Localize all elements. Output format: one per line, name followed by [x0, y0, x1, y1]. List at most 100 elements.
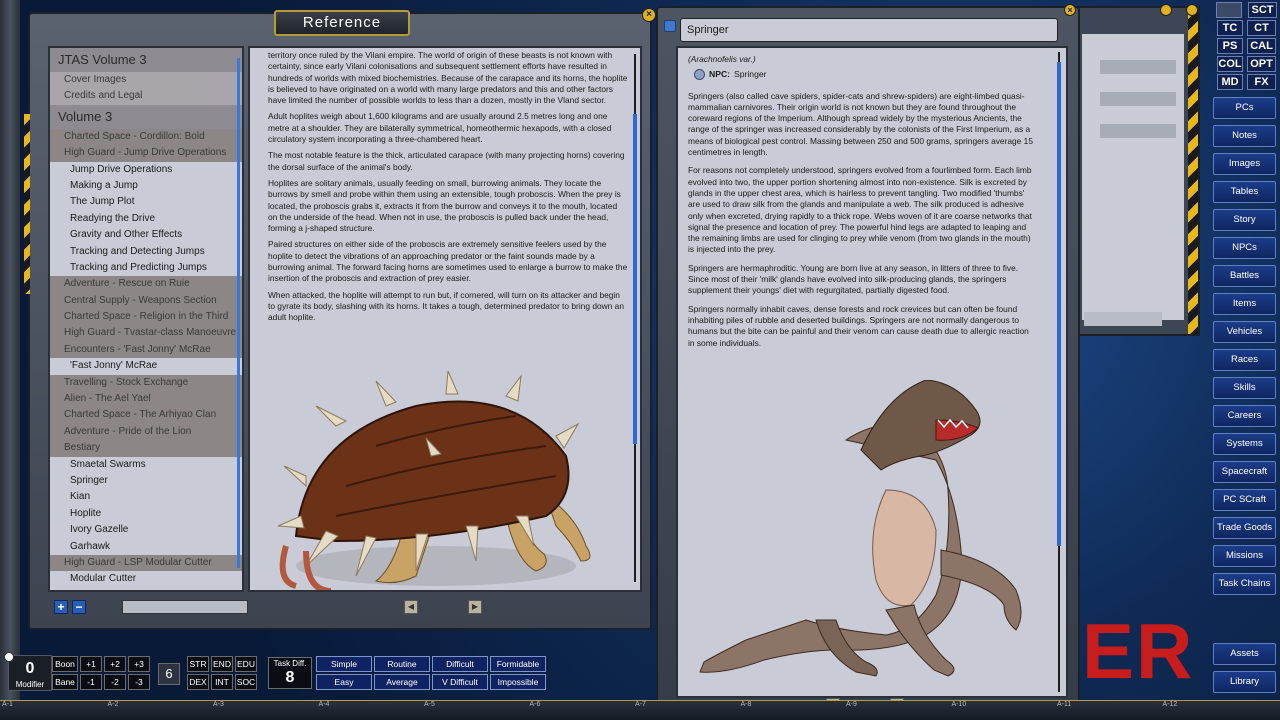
index-entry[interactable]: Modular Cutter [50, 571, 242, 587]
index-entry[interactable]: Making a Jump [50, 178, 242, 194]
stat-end[interactable]: END [211, 656, 233, 672]
difficulty-formidable[interactable]: Formidable [490, 656, 546, 672]
bane-bane[interactable]: Bane [52, 674, 78, 690]
index-entry[interactable]: 'Fast Jonny' McRae [50, 358, 242, 374]
index-category[interactable]: Credits and Legal [50, 88, 242, 105]
toolbar-button-cal[interactable]: CAL [1247, 38, 1276, 54]
boon-boon[interactable]: Boon [52, 656, 78, 672]
index-category[interactable]: Bestiary [50, 440, 242, 457]
toolbar-button-opt[interactable]: OPT [1247, 56, 1276, 72]
hotkey-a-1[interactable]: A-1 [2, 701, 13, 708]
index-category[interactable]: Alien - The Ael Yael [50, 391, 242, 408]
index-entry[interactable]: Kian [50, 489, 242, 505]
index-entry[interactable]: Readying the Drive [50, 211, 242, 227]
next-page-button[interactable]: ▶ [468, 600, 482, 614]
sidebar-button-notes[interactable]: Notes [1213, 125, 1276, 147]
sidebar-button-trade-goods[interactable]: Trade Goods [1213, 517, 1276, 539]
bane--1[interactable]: -1 [80, 674, 102, 690]
difficulty-impossible[interactable]: Impossible [490, 674, 546, 690]
sidebar-button-items[interactable]: Items [1213, 293, 1276, 315]
sidebar-button-npcs[interactable]: NPCs [1213, 237, 1276, 259]
stat-str[interactable]: STR [187, 656, 209, 672]
index-entry[interactable]: Tracking and Detecting Jumps [50, 244, 242, 260]
difficulty-simple[interactable]: Simple [316, 656, 372, 672]
hotkey-a-3[interactable]: A-3 [213, 701, 224, 708]
sidebar-button-assets[interactable]: Assets [1213, 643, 1276, 665]
stat-soc[interactable]: SOC [235, 674, 257, 690]
index-entry[interactable]: Garhawk [50, 539, 242, 555]
index-category[interactable]: Adventure - Rescue on Ruie [50, 276, 242, 293]
toolbar-button-fx[interactable]: FX [1247, 74, 1276, 90]
sidebar-button-battles[interactable]: Battles [1213, 265, 1276, 287]
help-icon[interactable] [1160, 4, 1172, 16]
boon--1[interactable]: +1 [80, 656, 102, 672]
difficulty-difficult[interactable]: Difficult [432, 656, 488, 672]
scrollbar-thumb[interactable] [1057, 62, 1061, 546]
hotkey-a-4[interactable]: A-4 [319, 701, 330, 708]
difficulty-routine[interactable]: Routine [374, 656, 430, 672]
boon--3[interactable]: +3 [128, 656, 150, 672]
sidebar-button-pcs[interactable]: PCs [1213, 97, 1276, 119]
sidebar-button-library[interactable]: Library [1213, 671, 1276, 693]
sidebar-button-races[interactable]: Races [1213, 349, 1276, 371]
stat-edu[interactable]: EDU [235, 656, 257, 672]
sidebar-button-images[interactable]: Images [1213, 153, 1276, 175]
reset-icon[interactable] [4, 652, 14, 662]
difficulty-easy[interactable]: Easy [316, 674, 372, 690]
task-difficulty[interactable]: Task Diff. 8 [268, 657, 312, 689]
hotkey-a-6[interactable]: A-6 [530, 701, 541, 708]
sidebar-button-spacecraft[interactable]: Spacecraft [1213, 461, 1276, 483]
stat-dex[interactable]: DEX [187, 674, 209, 690]
prev-page-button[interactable]: ◀ [404, 600, 418, 614]
index-book[interactable]: Volume 3 [50, 104, 242, 129]
hotkey-a-9[interactable]: A-9 [846, 701, 857, 708]
add-button[interactable]: + [54, 600, 68, 614]
hotkey-a-12[interactable]: A-12 [1163, 701, 1178, 708]
hotkey-a-10[interactable]: A-10 [952, 701, 967, 708]
toolbar-button-col[interactable]: COL [1217, 56, 1243, 72]
dice-button[interactable]: 6 [158, 663, 180, 685]
index-entry[interactable]: Springer [50, 473, 242, 489]
index-entry[interactable]: Jump Drive Operations [50, 162, 242, 178]
sidebar-button-tables[interactable]: Tables [1213, 181, 1276, 203]
link-icon[interactable] [664, 20, 676, 32]
sidebar-button-story[interactable]: Story [1213, 209, 1276, 231]
close-icon[interactable] [1186, 4, 1198, 16]
scrollbar[interactable] [237, 58, 240, 568]
index-category[interactable]: Adventure - Pride of the Lion [50, 423, 242, 441]
sidebar-button-missions[interactable]: Missions [1213, 545, 1276, 567]
index-category[interactable]: High Guard - LSP Modular Cutter [50, 554, 242, 572]
modifier-box[interactable]: 0 Modifier [8, 655, 52, 691]
dice-tool-icon[interactable] [1216, 2, 1242, 18]
index-book[interactable]: JTAS Volume 3 [50, 48, 242, 72]
hotkey-a-7[interactable]: A-7 [635, 701, 646, 708]
boon--2[interactable]: +2 [104, 656, 126, 672]
npc-link[interactable]: NPC: Springer [694, 69, 1036, 81]
remove-button[interactable]: − [72, 600, 86, 614]
index-category[interactable]: Charted Space - Cordillon: Bold [50, 128, 242, 146]
index-entry[interactable]: Hoplite [50, 506, 242, 522]
sidebar-button-task-chains[interactable]: Task Chains [1213, 573, 1276, 595]
sidebar-button-systems[interactable]: Systems [1213, 433, 1276, 455]
index-entry[interactable]: Smaetal Swarms [50, 457, 242, 473]
toolbar-button-md[interactable]: MD [1217, 74, 1243, 90]
toolbar-button-ps[interactable]: PS [1217, 38, 1243, 54]
index-category[interactable]: High Guard - Tvastar-class Manoeuvre [50, 325, 242, 342]
difficulty-average[interactable]: Average [374, 674, 430, 690]
index-category[interactable]: Encounters - 'Fast Jonny' McRae [50, 341, 242, 359]
toolbar-button-sct[interactable]: SCT [1248, 2, 1277, 18]
close-icon[interactable]: × [642, 8, 656, 22]
index-entry[interactable]: Gravity and Other Effects [50, 227, 242, 243]
sidebar-button-vehicles[interactable]: Vehicles [1213, 321, 1276, 343]
sidebar-button-careers[interactable]: Careers [1213, 405, 1276, 427]
sidebar-button-skills[interactable]: Skills [1213, 377, 1276, 399]
bane--3[interactable]: -3 [128, 674, 150, 690]
hotkey-a-5[interactable]: A-5 [424, 701, 435, 708]
close-icon[interactable]: × [1064, 4, 1076, 16]
index-category[interactable]: Central Supply - Weapons Section [50, 292, 242, 310]
scrollbar-thumb[interactable] [633, 114, 637, 444]
difficulty-v-difficult[interactable]: V Difficult [432, 674, 488, 690]
index-category[interactable]: Cover Images [50, 72, 242, 89]
toolbar-button-ct[interactable]: CT [1247, 20, 1276, 36]
index-category[interactable]: Travelling - Stock Exchange [50, 374, 242, 392]
